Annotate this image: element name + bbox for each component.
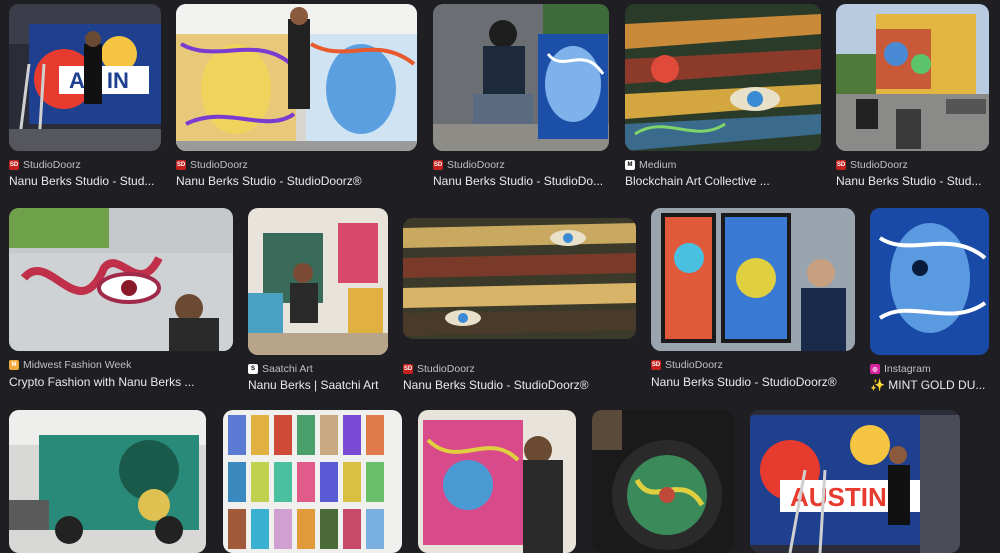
result-title[interactable]: Nanu Berks Studio - StudioDo... [433,174,609,188]
result-title[interactable]: Nanu Berks Studio - StudioDoorz® [403,378,636,392]
result-thumbnail[interactable] [248,208,388,355]
studiodoorz-icon: SD [403,364,413,374]
svg-text:AUSTIN: AUSTIN [790,482,887,512]
result-thumbnail[interactable] [870,208,989,355]
result-source[interactable]: SD StudioDoorz [403,362,475,376]
result-title[interactable]: Nanu Berks Studio - Stud... [836,174,989,188]
midwest-fashion-week-icon: M [9,360,19,370]
result-thumbnail[interactable] [625,4,821,151]
result-source[interactable]: SD StudioDoorz [651,358,723,372]
result-thumbnail[interactable] [836,4,989,151]
result-thumbnail[interactable] [403,218,636,339]
result-thumbnail[interactable]: AU IN [9,4,161,151]
result-source[interactable]: S Saatchi Art [248,362,313,376]
studiodoorz-icon: SD [176,160,186,170]
result-thumbnail[interactable] [418,410,576,553]
result-title[interactable]: Nanu Berks Studio - Stud... [9,174,161,188]
result-title[interactable]: Crypto Fashion with Nanu Berks ... [9,375,233,389]
studiodoorz-icon: SD [836,160,846,170]
result-title[interactable]: Nanu Berks Studio - StudioDoorz® [651,375,855,389]
result-source[interactable]: M Midwest Fashion Week [9,358,131,372]
result-title[interactable]: Nanu Berks Studio - StudioDoorz® [176,174,417,188]
studiodoorz-icon: SD [651,360,661,370]
result-source[interactable]: M Medium [625,158,676,172]
result-thumbnail[interactable] [433,4,609,151]
result-title[interactable]: ✨ MINT GOLD DU... [870,378,989,392]
result-thumbnail[interactable] [223,410,402,553]
result-title[interactable]: Blockchain Art Collective ... [625,174,821,188]
result-thumbnail[interactable] [9,410,206,553]
result-thumbnail[interactable] [176,4,417,151]
result-source[interactable]: ◎ Instagram [870,362,931,376]
result-thumbnail[interactable]: AUSTIN [750,410,960,553]
result-title[interactable]: Nanu Berks | Saatchi Art [248,378,388,392]
result-source[interactable]: SD StudioDoorz [433,158,505,172]
result-source[interactable]: SD StudioDoorz [176,158,248,172]
studiodoorz-icon: SD [9,160,19,170]
result-source[interactable]: SD StudioDoorz [836,158,908,172]
medium-icon: M [625,160,635,170]
result-thumbnail[interactable] [9,208,233,351]
result-thumbnail[interactable] [592,410,734,553]
saatchi-art-icon: S [248,364,258,374]
studiodoorz-icon: SD [433,160,443,170]
result-thumbnail[interactable] [651,208,855,351]
result-source[interactable]: SD StudioDoorz [9,158,81,172]
instagram-icon: ◎ [870,364,880,374]
